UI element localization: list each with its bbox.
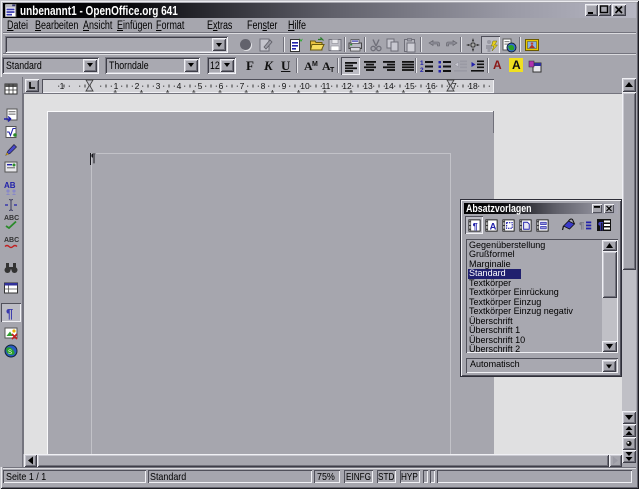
svg-text:9: 9	[282, 81, 287, 91]
svg-text:15: 15	[405, 81, 415, 91]
svg-text:2: 2	[135, 81, 140, 91]
svg-text:14: 14	[384, 81, 394, 91]
svg-text:ABC: ABC	[4, 215, 19, 222]
svg-text:6: 6	[219, 81, 224, 91]
svg-text:11: 11	[322, 81, 331, 91]
svg-text:M: M	[312, 61, 318, 68]
svg-text:ABC: ABC	[4, 237, 19, 244]
svg-text:7: 7	[240, 81, 245, 91]
svg-text:T: T	[330, 67, 335, 74]
svg-text:¶: ¶	[473, 221, 478, 231]
svg-text:¶: ¶	[6, 306, 13, 321]
svg-text:5: 5	[198, 81, 203, 91]
svg-text:1: 1	[420, 60, 424, 67]
svg-text:1: 1	[114, 81, 119, 91]
svg-text:2: 2	[420, 67, 424, 74]
svg-text:¶: ¶	[579, 221, 585, 232]
svg-text:18: 18	[468, 81, 478, 91]
svg-text:S: S	[8, 350, 12, 356]
svg-text:12: 12	[342, 81, 352, 91]
svg-text:AB: AB	[4, 181, 16, 190]
svg-text:16: 16	[426, 81, 436, 91]
svg-text:10: 10	[300, 81, 310, 91]
svg-text:3: 3	[156, 81, 161, 91]
svg-text:8: 8	[261, 81, 266, 91]
svg-text:A: A	[490, 221, 497, 231]
svg-text:4: 4	[177, 81, 182, 91]
svg-text:13: 13	[363, 81, 373, 91]
svg-text:¶: ¶	[598, 221, 604, 232]
